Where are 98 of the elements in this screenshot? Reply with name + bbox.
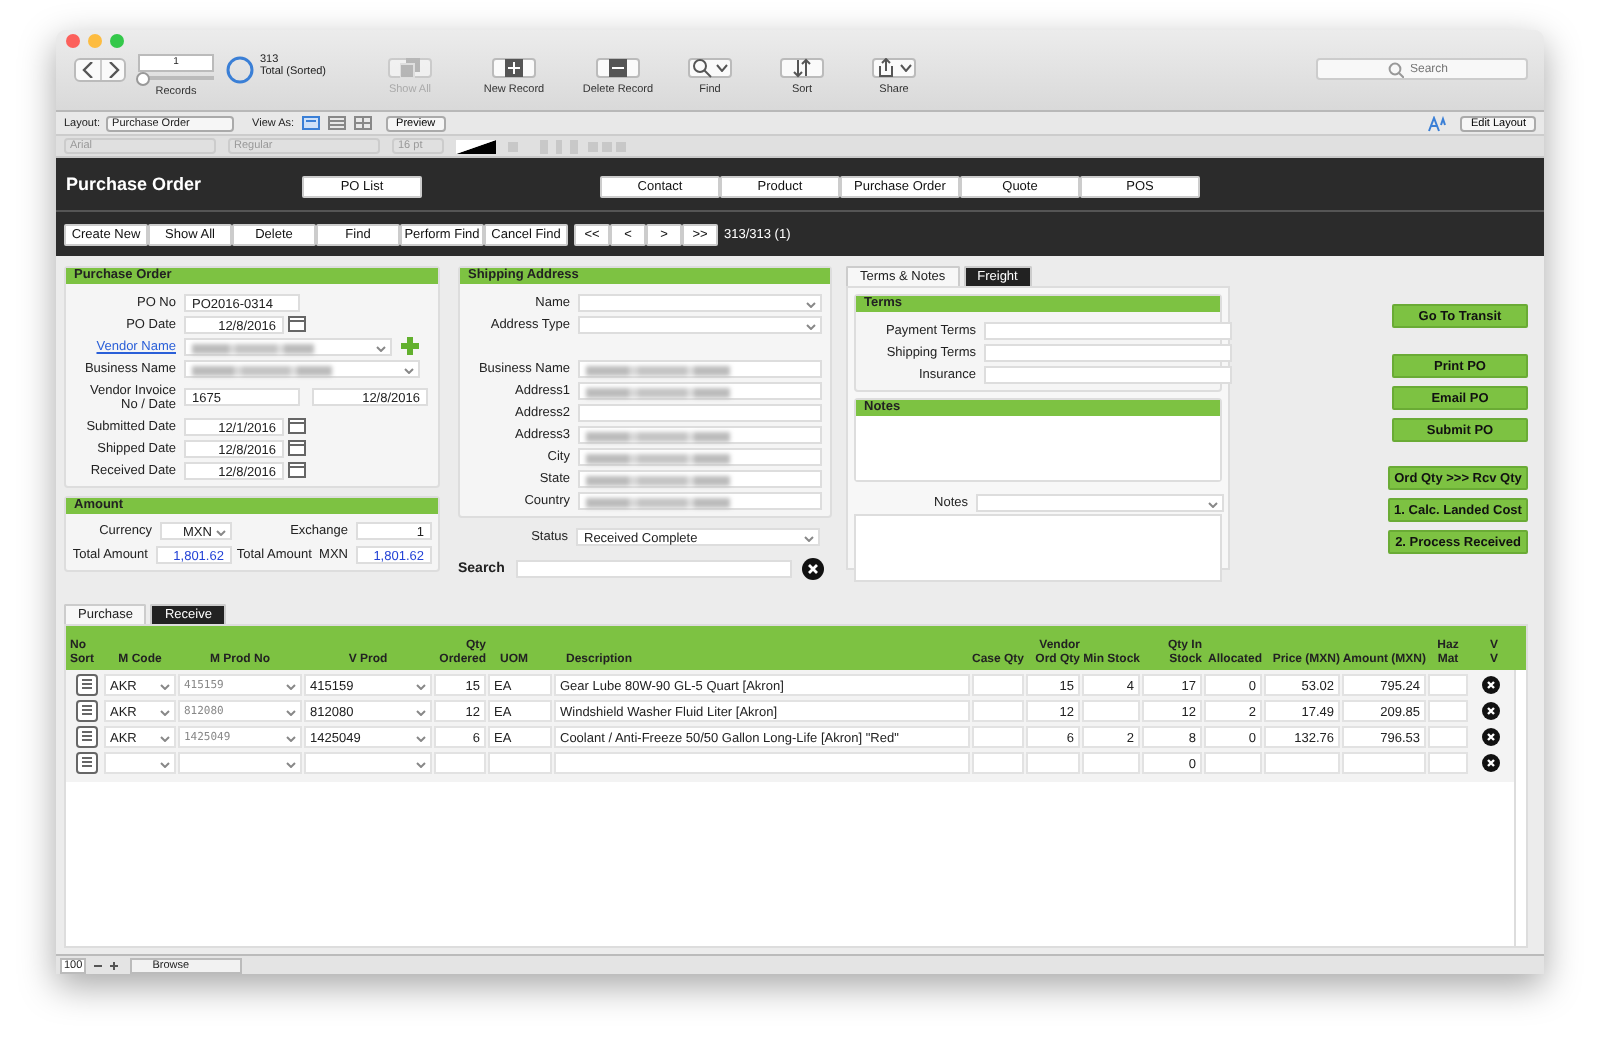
text-field[interactable] <box>984 365 1232 383</box>
chevron-down-icon <box>160 736 170 742</box>
pages-icon <box>400 58 420 78</box>
table-cell[interactable] <box>554 752 970 774</box>
table-cell[interactable] <box>1428 700 1468 722</box>
search-icon <box>692 58 712 78</box>
chevron-down-icon <box>416 710 426 716</box>
table-cell[interactable] <box>304 752 432 774</box>
record-list-icon[interactable] <box>75 752 97 774</box>
text-field[interactable] <box>578 469 822 487</box>
chevron-down-icon <box>286 684 296 690</box>
table-cell[interactable] <box>972 700 1024 722</box>
dropdown-field[interactable] <box>184 337 392 355</box>
clear-icon[interactable] <box>802 558 824 580</box>
form-view-icon[interactable] <box>302 116 321 130</box>
sort-tool-button[interactable] <box>780 58 824 78</box>
chevron-down-icon <box>160 684 170 690</box>
page-title: Purchase Order <box>66 174 204 194</box>
table-cell[interactable] <box>1264 752 1340 774</box>
table-cell[interactable] <box>1082 752 1140 774</box>
chevron-down-icon <box>286 736 296 742</box>
chevron-down-icon <box>286 710 296 716</box>
record-list-icon[interactable] <box>75 700 97 722</box>
table-cell[interactable] <box>104 752 176 774</box>
table-cell[interactable] <box>1026 752 1080 774</box>
table-cell[interactable] <box>972 752 1024 774</box>
calendar-icon[interactable] <box>288 316 306 332</box>
table-cell[interactable] <box>488 752 552 774</box>
record-list-icon[interactable] <box>75 674 97 696</box>
chevron-down-icon <box>160 710 170 716</box>
record-count-icon <box>226 56 254 84</box>
share-icon <box>876 58 896 78</box>
minimize-button[interactable] <box>88 34 102 48</box>
chevron-down-icon <box>215 530 226 536</box>
dropdown-field[interactable] <box>976 493 1224 511</box>
table-cell[interactable] <box>434 752 486 774</box>
remove-icon <box>608 58 628 78</box>
text-field[interactable] <box>578 491 822 509</box>
plus-tool-button[interactable] <box>492 58 536 78</box>
search-tool-button[interactable] <box>688 58 732 78</box>
text-field[interactable] <box>578 381 822 399</box>
table-cell[interactable] <box>1428 752 1468 774</box>
add-icon[interactable] <box>400 336 420 356</box>
forward-button[interactable] <box>100 60 124 80</box>
chevron-down-icon <box>804 535 814 541</box>
record-list-icon[interactable] <box>75 726 97 748</box>
chevron-down-icon <box>286 762 296 768</box>
text-field[interactable] <box>578 359 822 377</box>
table-cell[interactable] <box>972 726 1024 748</box>
chevron-down-icon <box>416 684 426 690</box>
dropdown-field[interactable] <box>578 293 822 311</box>
dropdown-field[interactable] <box>184 359 420 377</box>
notes-field[interactable] <box>856 416 1220 480</box>
remove-icon[interactable] <box>1481 728 1499 746</box>
chevron-down-icon <box>1208 501 1218 507</box>
chevron-down-icon <box>416 762 426 768</box>
stack-tool-button[interactable] <box>388 58 432 78</box>
dropdown-field[interactable] <box>578 315 822 333</box>
table-cell[interactable] <box>1204 752 1262 774</box>
sort-icon <box>792 58 812 78</box>
chevron-down-icon <box>806 323 816 329</box>
table-cell[interactable] <box>1428 674 1468 696</box>
text-field[interactable] <box>984 343 1232 361</box>
table-cell[interactable] <box>178 752 302 774</box>
color-swatch-icon[interactable] <box>456 139 496 153</box>
share-tool-button[interactable] <box>872 58 916 78</box>
table-cell[interactable] <box>1082 700 1140 722</box>
zoom-button[interactable] <box>110 34 124 48</box>
text-style-icons[interactable] <box>508 139 628 153</box>
remove-icon[interactable] <box>1481 676 1499 694</box>
table-cell[interactable] <box>1342 752 1426 774</box>
search-icon <box>1388 61 1404 77</box>
chevron-down-icon <box>404 367 414 373</box>
calendar-icon[interactable] <box>288 462 306 478</box>
add-icon <box>504 58 524 78</box>
minus-tool-button[interactable] <box>596 58 640 78</box>
search-field[interactable] <box>516 560 792 578</box>
caret-icon <box>716 64 728 72</box>
close-button[interactable] <box>66 34 80 48</box>
list-view-icon[interactable] <box>328 116 347 130</box>
notes-text-area[interactable] <box>854 514 1222 582</box>
text-field[interactable] <box>578 447 822 465</box>
table-cell[interactable] <box>1428 726 1468 748</box>
text-field[interactable] <box>578 425 822 443</box>
chevron-down-icon <box>160 762 170 768</box>
text-field[interactable] <box>578 403 822 421</box>
chevron-down-icon <box>806 301 816 307</box>
text-format-icon[interactable] <box>1428 115 1447 131</box>
calendar-icon[interactable] <box>288 440 306 456</box>
table-cell[interactable] <box>972 674 1024 696</box>
chevron-down-icon <box>376 345 386 351</box>
chevron-down-icon <box>416 736 426 742</box>
remove-icon[interactable] <box>1481 702 1499 720</box>
table-view-icon[interactable] <box>354 116 373 130</box>
caret-icon <box>900 64 912 72</box>
text-field[interactable] <box>984 321 1232 339</box>
remove-icon[interactable] <box>1481 754 1499 772</box>
calendar-icon[interactable] <box>288 418 306 434</box>
